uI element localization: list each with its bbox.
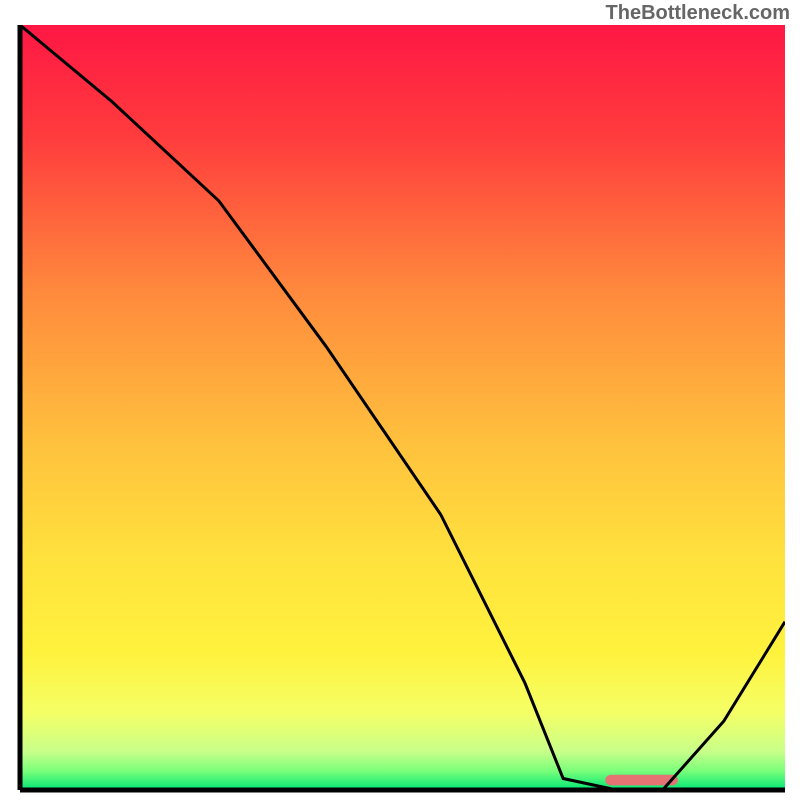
watermark-text: TheBottleneck.com <box>606 2 790 25</box>
chart-svg <box>0 0 800 800</box>
chart-container: { "watermark": "TheBottleneck.com", "cha… <box>0 0 800 800</box>
background-gradient <box>20 25 785 790</box>
